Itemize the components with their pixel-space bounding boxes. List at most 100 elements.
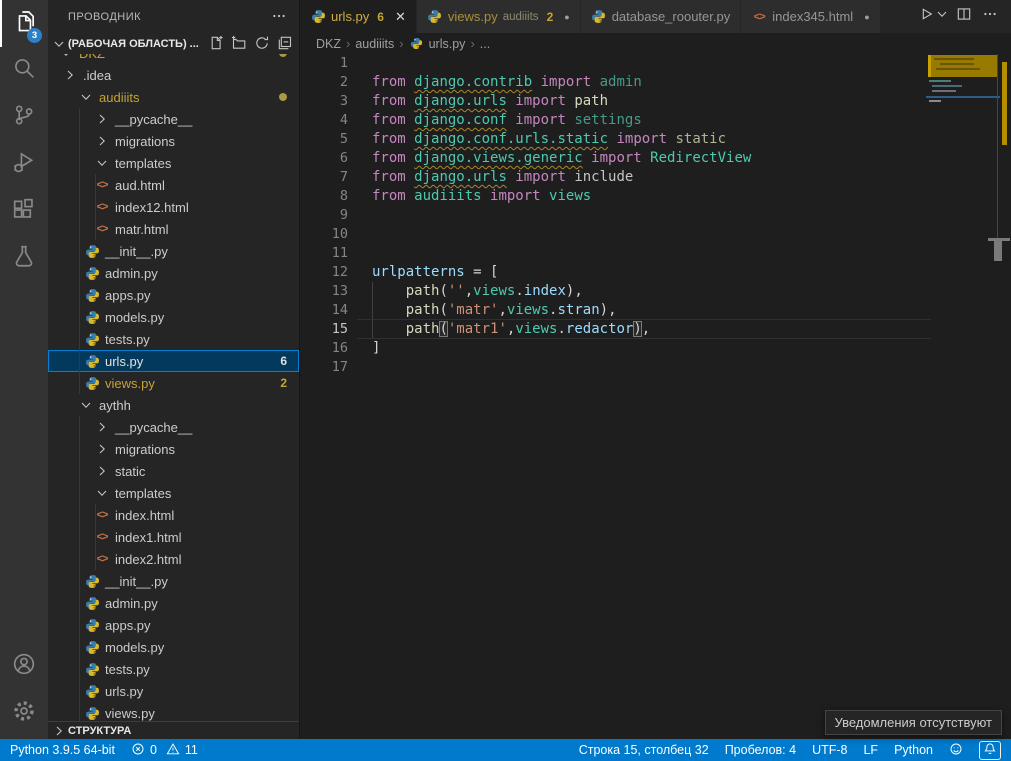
code-line-8[interactable]: 8from audiiits import views [300, 187, 1011, 206]
chevron-right-icon [94, 441, 110, 457]
breadcrumb-item-audiiits[interactable]: audiiits [355, 37, 394, 51]
indent-guide [79, 614, 80, 636]
code-editor[interactable]: 12from django.contrib import admin3from … [300, 54, 1011, 739]
activitybar-run-debug[interactable] [0, 141, 48, 188]
code-line-15[interactable]: 15 path('matr1',views.redactor), [300, 320, 1011, 339]
tab-views.py[interactable]: views.pyaudiiits2● [417, 0, 581, 33]
code-line-17[interactable]: 17 [300, 358, 1011, 377]
collapse-all-icon[interactable] [277, 35, 293, 54]
tree-item-templates[interactable]: templates [48, 482, 299, 504]
sidebar-more-actions[interactable] [271, 8, 287, 27]
breadcrumb-item-...[interactable]: ... [480, 37, 490, 51]
activitybar-testing[interactable] [0, 235, 48, 282]
indent-guide [79, 416, 80, 438]
code-line-6[interactable]: 6from django.views.generic import Redire… [300, 149, 1011, 168]
code-line-13[interactable]: 13 path('',views.index), [300, 282, 1011, 301]
code-line-14[interactable]: 14 path('matr',views.stran), [300, 301, 1011, 320]
workspace-section-header[interactable]: (РАБОЧАЯ ОБЛАСТЬ) ... [48, 34, 299, 54]
tree-item-tests.py[interactable]: tests.py [48, 658, 299, 680]
code-line-2[interactable]: 2from django.contrib import admin [300, 73, 1011, 92]
activitybar-search[interactable] [0, 47, 48, 94]
tree-item-views.py[interactable]: views.py [48, 702, 299, 721]
status-feedback[interactable] [949, 742, 963, 759]
code-line-11[interactable]: 11 [300, 244, 1011, 263]
tab-urls.py[interactable]: urls.py6✕ [300, 0, 417, 33]
line-number: 15 [300, 320, 348, 339]
breadcrumb-item-DKZ[interactable]: DKZ [316, 37, 341, 51]
status-language-mode[interactable]: Python [894, 743, 933, 757]
close-icon[interactable]: ✕ [395, 9, 406, 25]
new-folder-icon[interactable] [231, 35, 247, 54]
activitybar-settings[interactable] [0, 690, 48, 737]
python-file-icon [84, 309, 100, 325]
minimap-text-speck [929, 100, 941, 102]
indent-guide [79, 328, 80, 350]
dirty-dot[interactable]: ● [564, 12, 569, 22]
status-encoding[interactable]: UTF-8 [812, 743, 847, 757]
code-line-5[interactable]: 5from django.conf.urls.static import sta… [300, 130, 1011, 149]
split-editor-button[interactable] [953, 6, 975, 28]
status-notifications[interactable] [979, 741, 1001, 760]
more-actions[interactable] [979, 6, 1001, 28]
tree-item-__init__.py[interactable]: __init__.py [48, 240, 299, 262]
tree-item-views.py[interactable]: views.py2 [48, 372, 299, 394]
tree-item-admin.py[interactable]: admin.py [48, 262, 299, 284]
dirty-dot[interactable]: ● [864, 12, 869, 22]
code-line-16[interactable]: 16] [300, 339, 1011, 358]
code-line-1[interactable]: 1 [300, 54, 1011, 73]
tree-item-aud.html[interactable]: <>aud.html [48, 174, 299, 196]
status-python-interpreter[interactable]: Python 3.9.5 64-bit [10, 743, 115, 757]
tab-index345.html[interactable]: <>index345.html● [741, 0, 880, 33]
python-file-icon [84, 243, 100, 259]
activitybar-source-control[interactable] [0, 94, 48, 141]
notification-tooltip: Уведомления отсутствуют [825, 710, 1002, 735]
tree-item-migrations[interactable]: migrations [48, 130, 299, 152]
new-file-icon[interactable] [208, 35, 224, 54]
tree-item-urls.py[interactable]: urls.py [48, 680, 299, 702]
code-line-4[interactable]: 4from django.conf import settings [300, 111, 1011, 130]
tree-item-index1.html[interactable]: <>index1.html [48, 526, 299, 548]
tree-item-urls.py[interactable]: urls.py6 [48, 350, 299, 372]
status-eol[interactable]: LF [863, 743, 878, 757]
indent-guide [79, 482, 80, 504]
tree-item-__pycache__[interactable]: __pycache__ [48, 108, 299, 130]
tree-item-tests.py[interactable]: tests.py [48, 328, 299, 350]
code-line-10[interactable]: 10 [300, 225, 1011, 244]
tree-item-matr.html[interactable]: <>matr.html [48, 218, 299, 240]
activitybar-account[interactable] [0, 643, 48, 690]
activitybar-explorer[interactable]: 3 [0, 0, 48, 47]
code-line-3[interactable]: 3from django.urls import path [300, 92, 1011, 111]
tree-item-models.py[interactable]: models.py [48, 306, 299, 328]
code-line-7[interactable]: 7from django.urls import include [300, 168, 1011, 187]
status-indentation[interactable]: Пробелов: 4 [725, 743, 796, 757]
tree-item-static[interactable]: static [48, 460, 299, 482]
tree-item-index12.html[interactable]: <>index12.html [48, 196, 299, 218]
refresh-icon[interactable] [254, 35, 270, 54]
tree-item-templates[interactable]: templates [48, 152, 299, 174]
status-cursor-position[interactable]: Строка 15, столбец 32 [579, 743, 709, 757]
tree-item-.idea[interactable]: .idea [48, 64, 299, 86]
tree-item-__pycache__[interactable]: __pycache__ [48, 416, 299, 438]
tab-database_roouter.py[interactable]: database_roouter.py [581, 0, 742, 33]
tree-item-audiiits[interactable]: audiiits [48, 86, 299, 108]
activitybar-extensions[interactable] [0, 188, 48, 235]
outline-section-header[interactable]: СТРУКТУРА [48, 721, 299, 739]
tree-item-__init__.py[interactable]: __init__.py [48, 570, 299, 592]
status-problems[interactable]: 011 [131, 742, 198, 759]
tree-item-apps.py[interactable]: apps.py [48, 284, 299, 306]
tree-item-aythh[interactable]: aythh [48, 394, 299, 416]
tree-item-apps.py[interactable]: apps.py [48, 614, 299, 636]
tree-item-index2.html[interactable]: <>index2.html [48, 548, 299, 570]
tree-item-migrations[interactable]: migrations [48, 438, 299, 460]
tree-item-admin.py[interactable]: admin.py [48, 592, 299, 614]
code-line-9[interactable]: 9 [300, 206, 1011, 225]
run-dropdown[interactable] [935, 6, 949, 28]
tree-item-index.html[interactable]: <>index.html [48, 504, 299, 526]
code-line-12[interactable]: 12urlpatterns = [ [300, 263, 1011, 282]
line-number: 14 [300, 301, 348, 320]
scrollbar-thumb[interactable] [994, 241, 1002, 261]
tree-item-models.py[interactable]: models.py [48, 636, 299, 658]
indent-guide [79, 680, 80, 702]
breadcrumb-item-urls.py[interactable]: urls.py [409, 36, 466, 52]
tree-item-DKZ[interactable]: DKZ [48, 53, 299, 64]
